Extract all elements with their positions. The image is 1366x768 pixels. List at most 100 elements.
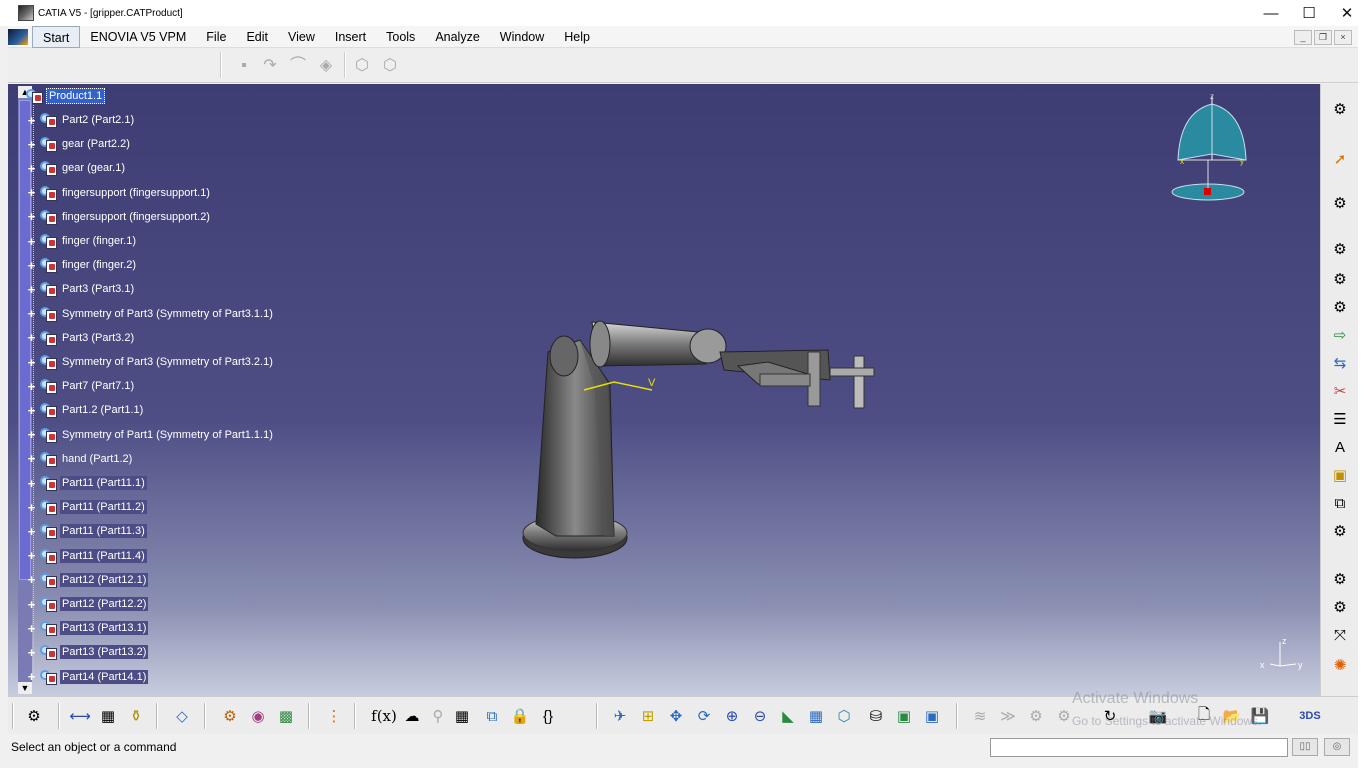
analysis-icon[interactable]: ≋ [968,705,992,727]
tree-node-label[interactable]: Part12 (Part12.2) [60,597,149,611]
expand-icon[interactable]: + [26,186,37,199]
tree-node-label[interactable]: Part12 (Part12.1) [60,572,149,587]
expand-icon[interactable]: + [26,428,37,441]
expand-icon[interactable]: + [26,670,37,683]
text-annotation-icon[interactable]: A [1328,436,1352,458]
clash-icon[interactable]: ≫ [996,705,1020,727]
doc-close-button[interactable]: × [1334,30,1352,45]
menu-edit[interactable]: Edit [236,26,278,48]
fast-multi-instantiation-icon[interactable]: ⚙ [1328,520,1352,542]
expand-icon[interactable]: + [26,525,37,538]
existing-component-icon[interactable]: ⇨ [1328,324,1352,346]
tree-node-label[interactable]: Part14 (Part14.1) [60,669,149,684]
tree-node[interactable]: + fingersupport (fingersupport.1) [26,183,212,203]
tree-node[interactable]: + Part12 (Part12.2) [26,594,149,614]
tree-node-label[interactable]: fingersupport (fingersupport.1) [60,186,212,200]
tree-node-label[interactable]: Part1.2 (Part1.1) [60,403,145,417]
fit-all-icon[interactable]: ⊞ [636,705,660,727]
render-style-icon[interactable]: ⛁ [864,705,888,727]
menu-analyze[interactable]: Analyze [425,26,489,48]
tree-node[interactable]: + finger (finger.2) [26,255,138,275]
stop-manipulate-icon[interactable]: ✺ [1328,654,1352,676]
tree-node-label[interactable]: finger (finger.2) [60,258,138,272]
tree-node-label[interactable]: Part3 (Part3.2) [60,331,136,345]
formula-icon[interactable]: f(x) [371,705,397,727]
curve-icon[interactable]: ↷ [260,56,280,76]
tree-node-label[interactable]: Part7 (Part7.1) [60,379,136,393]
expand-icon[interactable]: + [26,598,37,611]
tree-node[interactable]: + Symmetry of Part3 (Symmetry of Part3.1.… [26,304,275,324]
tree-node-label[interactable]: Part11 (Part11.2) [60,500,147,515]
cube-icon[interactable]: ⬡ [352,56,372,76]
tree-node[interactable]: + hand (Part1.2) [26,449,134,469]
expand-icon[interactable]: + [26,646,37,659]
generate-numbering-icon[interactable]: ☰ [1328,408,1352,430]
tree-node-label[interactable]: finger (finger.1) [60,234,138,248]
pan-icon[interactable]: ✥ [664,705,688,727]
menu-start[interactable]: Start [32,25,81,48]
tree-node-label[interactable]: Symmetry of Part3 (Symmetry of Part3.1.1… [60,307,275,321]
tree-node[interactable]: + Part12 (Part12.1) [26,570,149,590]
expand-icon[interactable]: + [26,477,37,490]
bracket-icon[interactable]: {} [536,705,560,727]
apply-material-icon[interactable]: ◇ [170,705,194,727]
knowledge-advisor-icon[interactable]: ☁ [400,705,424,727]
tree-node[interactable]: + Part14 (Part14.1) [26,667,149,687]
tree-node[interactable]: + Symmetry of Part1 (Symmetry of Part1.1.… [26,425,275,445]
tree-node[interactable]: + Part13 (Part13.1) [26,618,149,638]
expand-icon[interactable]: + [26,452,37,465]
multi-view-icon[interactable]: ▦ [804,705,828,727]
explode-icon[interactable]: ⤧ [1328,624,1352,646]
cube-outline-icon[interactable]: ⬡ [380,56,400,76]
close-button[interactable]: ✕ [1328,0,1366,26]
rotate-icon[interactable]: ⟳ [692,705,716,727]
tree-node[interactable]: + fingersupport (fingersupport.2) [26,207,212,227]
menu-view[interactable]: View [278,26,325,48]
tree-node[interactable]: + finger (finger.1) [26,231,138,251]
start-workbench-icon[interactable] [8,28,28,45]
expand-icon[interactable]: + [26,380,37,393]
graph-tree-reordering-icon[interactable]: ✂ [1328,380,1352,402]
tree-node[interactable]: + Part3 (Part3.2) [26,328,136,348]
tree-node-label[interactable]: Part13 (Part13.1) [60,621,149,636]
catalog-browser-icon[interactable]: ⚙ [218,705,242,727]
tree-node[interactable]: + Part11 (Part11.2) [26,497,147,517]
3d-viewport[interactable]: V ▲ ▼ Product1.1 + Part2 (Part2.1) + gear (… [8,84,1320,696]
measure-between-icon[interactable]: ⟷ [68,705,92,727]
expand-icon[interactable]: + [26,501,37,514]
tag-icon[interactable]: ◈ [316,56,336,76]
tree-node[interactable]: + Part11 (Part11.1) [26,473,147,493]
manipulation-icon[interactable]: ⚙ [1328,568,1352,590]
hide-show-icon[interactable]: ▣ [892,705,916,727]
tree-node[interactable]: + Part2 (Part2.1) [26,110,136,130]
tree-node[interactable]: + Part3 (Part3.1) [26,279,136,299]
grid-snap-icon[interactable]: ⋮ [322,705,346,727]
maximize-button[interactable]: ☐ [1290,0,1328,26]
tree-root-label[interactable]: Product1.1 [46,88,106,104]
tree-node[interactable]: + Part1.2 (Part1.1) [26,400,145,420]
tree-node-label[interactable]: Part11 (Part11.4) [60,548,147,563]
expand-icon[interactable]: + [26,210,37,223]
tree-node-label[interactable]: hand (Part1.2) [60,452,134,466]
tree-node[interactable]: + gear (gear.1) [26,158,127,178]
expand-icon[interactable]: + [26,549,37,562]
sectioning-icon[interactable]: ⚙ [1024,705,1048,727]
measure-item-icon[interactable]: ▦ [96,705,120,727]
design-table-icon[interactable]: ▦ [450,705,474,727]
tree-node-label[interactable]: Part11 (Part11.3) [60,524,147,539]
spline-icon[interactable]: ⌒ [288,56,308,76]
expand-icon[interactable]: + [26,114,37,127]
minimize-button[interactable]: — [1252,0,1290,26]
tree-node[interactable]: + gear (Part2.2) [26,134,132,154]
robot-arm-model[interactable]: V [8,84,1320,696]
update-icon[interactable]: ⚙ [22,705,46,727]
tree-node-label[interactable]: gear (Part2.2) [60,137,132,151]
multi-instantiation-icon[interactable]: ⧉ [1328,492,1352,514]
menu-file[interactable]: File [196,26,236,48]
select-arrow-icon[interactable]: ➚ [1328,148,1352,170]
publication-icon[interactable]: ▩ [274,705,298,727]
tree-node-label[interactable]: Symmetry of Part3 (Symmetry of Part3.2.1… [60,355,275,369]
expand-icon[interactable]: + [26,259,37,272]
menu-help[interactable]: Help [554,26,600,48]
swap-visible-space-icon[interactable]: ▣ [920,705,944,727]
